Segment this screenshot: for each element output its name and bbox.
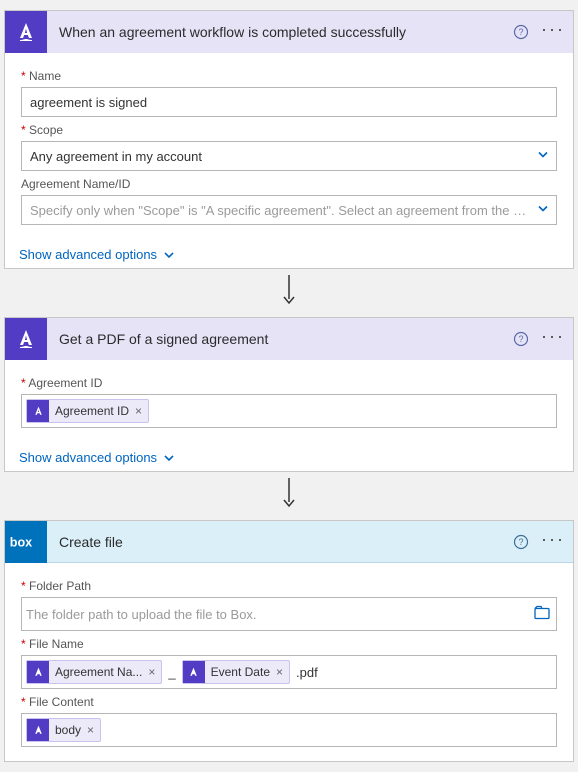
card-title: When an agreement workflow is completed …: [47, 24, 505, 40]
help-icon[interactable]: ?: [505, 16, 537, 48]
svg-text:?: ?: [518, 537, 523, 547]
trigger-card: When an agreement workflow is completed …: [4, 10, 574, 269]
chevron-down-icon: [536, 202, 550, 219]
token-label: Agreement ID: [55, 404, 129, 418]
card-title: Get a PDF of a signed agreement: [47, 331, 505, 347]
chevron-down-icon: [163, 249, 175, 261]
agreementid-input[interactable]: Agreement ID ×: [21, 394, 557, 428]
name-label: * Name: [21, 69, 557, 83]
get-pdf-card: Get a PDF of a signed agreement ? ··· * …: [4, 317, 574, 472]
card-body: * Folder Path The folder path to upload …: [5, 563, 573, 761]
literal-text: _: [166, 665, 177, 680]
adobe-sign-icon: [27, 719, 49, 741]
card-body: * Agreement ID Agreement ID ×: [5, 360, 573, 442]
token-label: Event Date: [211, 665, 270, 679]
show-advanced-link[interactable]: Show advanced options: [5, 239, 573, 268]
adobe-sign-icon: [27, 400, 49, 422]
adobe-sign-icon: [183, 661, 205, 683]
remove-token-icon[interactable]: ×: [87, 723, 94, 737]
adobe-sign-icon: [5, 11, 47, 53]
filecontent-input[interactable]: body ×: [21, 713, 557, 747]
help-icon[interactable]: ?: [505, 323, 537, 355]
svg-text:?: ?: [518, 27, 523, 37]
filename-input[interactable]: Agreement Na... × _ Event Date × .pdf: [21, 655, 557, 689]
card-title: Create file: [47, 534, 505, 550]
remove-token-icon[interactable]: ×: [135, 404, 142, 418]
literal-text: .pdf: [294, 665, 320, 680]
card-header[interactable]: box Create file ? ···: [5, 521, 573, 563]
remove-token-icon[interactable]: ×: [276, 665, 283, 679]
card-header[interactable]: Get a PDF of a signed agreement ? ···: [5, 318, 573, 360]
svg-text:?: ?: [518, 334, 523, 344]
create-file-card: box Create file ? ··· * Folder Path The …: [4, 520, 574, 762]
adobe-sign-icon: [27, 661, 49, 683]
help-icon[interactable]: ?: [505, 526, 537, 558]
agreement-select[interactable]: Specify only when "Scope" is "A specific…: [21, 195, 557, 225]
more-button[interactable]: ···: [537, 526, 569, 558]
scope-select[interactable]: Any agreement in my account: [21, 141, 557, 171]
folderpath-input[interactable]: The folder path to upload the file to Bo…: [21, 597, 557, 631]
card-body: * Name agreement is signed * Scope Any a…: [5, 53, 573, 239]
more-button[interactable]: ···: [537, 16, 569, 48]
more-button[interactable]: ···: [537, 323, 569, 355]
card-header[interactable]: When an agreement workflow is completed …: [5, 11, 573, 53]
dynamic-token[interactable]: Agreement ID ×: [26, 399, 149, 423]
show-advanced-link[interactable]: Show advanced options: [5, 442, 573, 471]
folder-picker-icon[interactable]: [534, 606, 550, 623]
scope-label: * Scope: [21, 123, 557, 137]
adobe-sign-icon: [5, 318, 47, 360]
token-label: Agreement Na...: [55, 665, 142, 679]
agreement-label: Agreement Name/ID: [21, 177, 557, 191]
connector-arrow: [4, 472, 574, 520]
folderpath-label: * Folder Path: [21, 579, 557, 593]
name-input[interactable]: agreement is signed: [21, 87, 557, 117]
filecontent-label: * File Content: [21, 695, 557, 709]
dynamic-token[interactable]: body ×: [26, 718, 101, 742]
filename-label: * File Name: [21, 637, 557, 651]
dynamic-token[interactable]: Agreement Na... ×: [26, 660, 162, 684]
chevron-down-icon: [536, 148, 550, 165]
svg-text:box: box: [10, 535, 32, 549]
chevron-down-icon: [163, 452, 175, 464]
dynamic-token[interactable]: Event Date ×: [182, 660, 290, 684]
token-label: body: [55, 723, 81, 737]
agreementid-label: * Agreement ID: [21, 376, 557, 390]
connector-arrow: [4, 269, 574, 317]
box-icon: box: [5, 521, 47, 563]
remove-token-icon[interactable]: ×: [148, 665, 155, 679]
